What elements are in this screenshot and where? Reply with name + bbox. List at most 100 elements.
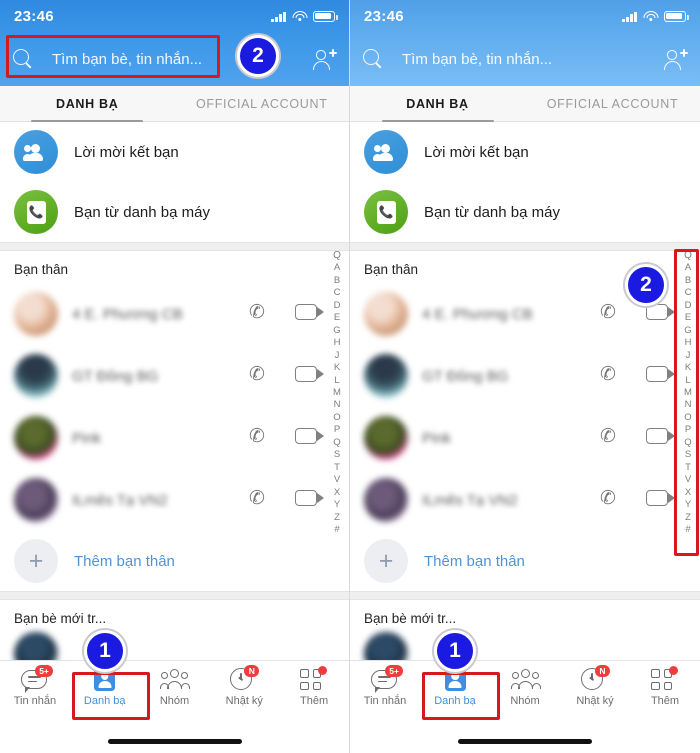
nav-item-groups[interactable]: Nhóm xyxy=(490,667,560,723)
index-letter[interactable]: H xyxy=(334,337,341,349)
index-letter[interactable]: G xyxy=(684,325,691,337)
index-letter[interactable]: P xyxy=(334,424,340,436)
nav-label: Thêm xyxy=(300,695,329,707)
search-bar-right[interactable]: Tìm bạn bè, tin nhắn... xyxy=(350,32,700,86)
call-icon[interactable] xyxy=(600,363,620,386)
index-letter[interactable]: T xyxy=(685,462,691,474)
index-letter[interactable]: C xyxy=(334,287,341,299)
contact-row[interactable]: 4 E. Phương CB xyxy=(0,283,349,345)
index-letter[interactable]: L xyxy=(334,375,339,387)
video-call-icon[interactable] xyxy=(295,304,324,320)
call-icon[interactable] xyxy=(249,301,269,324)
index-letter[interactable]: Z xyxy=(685,512,691,524)
index-letter[interactable]: B xyxy=(685,275,691,287)
index-letter[interactable]: V xyxy=(685,474,691,486)
index-letter[interactable]: E xyxy=(685,312,691,324)
index-letter[interactable]: G xyxy=(333,325,340,337)
index-letter[interactable]: # xyxy=(685,524,690,536)
index-letter[interactable]: T xyxy=(334,462,340,474)
alphabet-index-strip-right[interactable]: Q A B C D E G H J K L M N O P Q S T V X … xyxy=(678,250,698,536)
nav-item-messages[interactable]: 5+ Tin nhắn xyxy=(350,665,420,723)
index-letter[interactable]: Y xyxy=(685,499,691,511)
add-favorite-row[interactable]: + Thêm bạn thân xyxy=(350,531,700,591)
index-search-glyph[interactable]: Q xyxy=(333,250,341,262)
nav-item-diary[interactable]: N Nhật ký xyxy=(209,665,279,723)
contact-row[interactable]: ILmês Tạ VN2 xyxy=(350,469,700,531)
index-letter[interactable]: K xyxy=(685,362,691,374)
index-letter[interactable]: P xyxy=(685,424,691,436)
add-user-icon[interactable] xyxy=(662,47,688,71)
index-letter[interactable]: S xyxy=(685,449,691,461)
index-letter[interactable]: Q xyxy=(684,437,691,449)
video-call-icon[interactable] xyxy=(295,490,324,506)
search-input[interactable]: Tìm bạn bè, tin nhắn... xyxy=(394,51,646,68)
call-icon[interactable] xyxy=(249,487,269,510)
contact-row[interactable]: GT Đông BG xyxy=(350,345,700,407)
tab-official-account[interactable]: OFFICIAL ACCOUNT xyxy=(175,86,350,121)
video-call-icon[interactable] xyxy=(646,304,675,320)
index-letter[interactable]: A xyxy=(334,262,340,274)
index-letter[interactable]: C xyxy=(685,287,692,299)
index-letter[interactable]: X xyxy=(334,487,340,499)
alphabet-index-strip-left[interactable]: Q A B C D E G H J K L M N O P Q S T V X … xyxy=(327,250,347,536)
index-letter[interactable]: O xyxy=(333,412,340,424)
index-letter[interactable]: J xyxy=(686,350,691,362)
index-letter[interactable]: K xyxy=(334,362,340,374)
signal-bars-icon xyxy=(622,11,637,22)
nav-item-groups[interactable]: Nhóm xyxy=(140,667,210,723)
nav-item-more[interactable]: Thêm xyxy=(630,666,700,723)
nav-item-messages[interactable]: 5+ Tin nhắn xyxy=(0,665,70,723)
call-icon[interactable] xyxy=(600,425,620,448)
index-letter[interactable]: # xyxy=(334,524,339,536)
index-letter[interactable]: Q xyxy=(333,437,340,449)
entry-phonebook[interactable]: Bạn từ danh bạ máy xyxy=(0,182,349,242)
index-letter[interactable]: S xyxy=(334,449,340,461)
video-call-icon[interactable] xyxy=(646,428,675,444)
entry-phonebook[interactable]: Bạn từ danh bạ máy xyxy=(350,182,700,242)
entry-friend-requests[interactable]: Lời mời kết bạn xyxy=(0,122,349,182)
video-call-icon[interactable] xyxy=(295,366,324,382)
index-letter[interactable]: J xyxy=(335,350,340,362)
call-icon[interactable] xyxy=(600,487,620,510)
index-letter[interactable]: Y xyxy=(334,499,340,511)
add-favorite-row[interactable]: + Thêm bạn thân xyxy=(0,531,349,591)
index-letter[interactable]: X xyxy=(685,487,691,499)
index-letter[interactable]: E xyxy=(334,312,340,324)
tab-official-account[interactable]: OFFICIAL ACCOUNT xyxy=(525,86,700,121)
add-user-icon[interactable] xyxy=(311,47,337,71)
call-icon[interactable] xyxy=(600,301,620,324)
video-call-icon[interactable] xyxy=(646,366,675,382)
video-call-icon[interactable] xyxy=(295,428,324,444)
index-letter[interactable]: O xyxy=(684,412,691,424)
nav-label: Tin nhắn xyxy=(363,695,407,707)
index-letter[interactable]: N xyxy=(685,399,692,411)
index-search-glyph[interactable]: Q xyxy=(684,250,692,262)
tab-danh-ba[interactable]: DANH BẠ xyxy=(350,86,525,122)
index-letter[interactable]: N xyxy=(334,399,341,411)
index-letter[interactable]: V xyxy=(334,474,340,486)
nav-item-contacts[interactable]: Danh bạ xyxy=(70,667,140,723)
index-letter[interactable]: D xyxy=(685,300,692,312)
entry-friend-requests[interactable]: Lời mời kết bạn xyxy=(350,122,700,182)
index-letter[interactable]: Z xyxy=(334,512,340,524)
index-letter[interactable]: M xyxy=(333,387,341,399)
index-letter[interactable]: B xyxy=(334,275,340,287)
call-icon[interactable] xyxy=(249,363,269,386)
tab-danh-ba[interactable]: DANH BẠ xyxy=(0,86,175,122)
index-letter[interactable]: A xyxy=(685,262,691,274)
contact-row[interactable]: Pink xyxy=(0,407,349,469)
nav-item-more[interactable]: Thêm xyxy=(279,666,349,723)
index-letter[interactable]: M xyxy=(684,387,692,399)
index-letter[interactable]: D xyxy=(334,300,341,312)
search-bar-left[interactable]: Tìm bạn bè, tin nhắn... xyxy=(0,32,349,86)
nav-label: Nhật ký xyxy=(576,695,614,707)
index-letter[interactable]: L xyxy=(685,375,690,387)
video-call-icon[interactable] xyxy=(646,490,675,506)
nav-item-diary[interactable]: N Nhật ký xyxy=(560,665,630,723)
nav-item-contacts[interactable]: Danh bạ xyxy=(420,667,490,723)
index-letter[interactable]: H xyxy=(685,337,692,349)
contact-row[interactable]: GT Đông BG xyxy=(0,345,349,407)
contact-row[interactable]: Pink xyxy=(350,407,700,469)
contact-row[interactable]: ILmês Tạ VN2 xyxy=(0,469,349,531)
call-icon[interactable] xyxy=(249,425,269,448)
